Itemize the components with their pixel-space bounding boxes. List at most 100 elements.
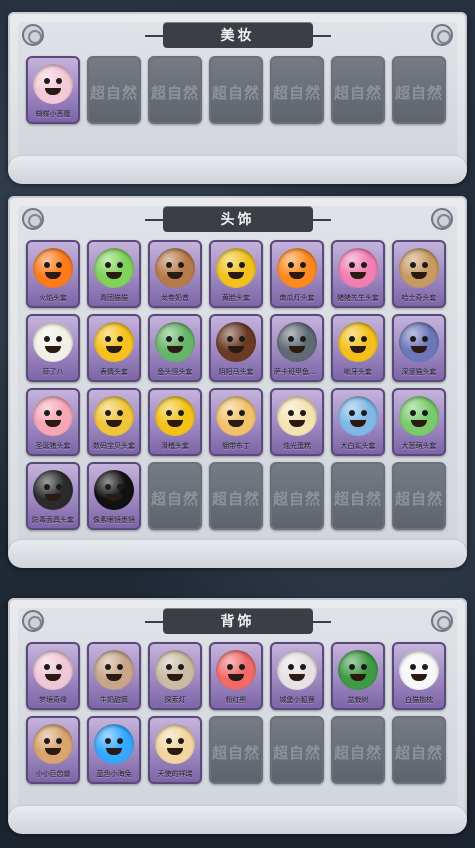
panel-makeup: 美妆 蝴蝶小恶魔 超自然 超自然 超自然 超自然 超自然 超自然 bbox=[8, 12, 467, 184]
item-tile[interactable]: 黄脸头套 bbox=[209, 240, 263, 308]
item-tile[interactable]: 数码宝贝头套 bbox=[87, 388, 141, 456]
icon-eye bbox=[300, 336, 306, 342]
item-tile[interactable]: 小小巨齿兽 bbox=[26, 716, 80, 784]
item-label: 猪猪先生头套 bbox=[337, 294, 379, 302]
dog-head-icon bbox=[399, 248, 439, 288]
icon-eye bbox=[178, 336, 184, 342]
item-tile[interactable]: 猪猪先生头套 bbox=[331, 240, 385, 308]
plush-backpack-icon bbox=[33, 650, 73, 690]
icon-eye bbox=[44, 738, 50, 744]
item-tile[interactable]: 盆栽树 bbox=[331, 642, 385, 710]
icon-eye bbox=[105, 336, 111, 342]
item-label: 圣诞猪头套 bbox=[35, 442, 71, 450]
item-tile[interactable]: 哈士奇头套 bbox=[392, 240, 446, 308]
item-tile[interactable]: 天使的祥瑞 bbox=[148, 716, 202, 784]
icon-eye bbox=[422, 664, 428, 670]
icon-face bbox=[33, 650, 73, 690]
item-tile[interactable]: 城堡小狐狸 bbox=[270, 642, 324, 710]
icon-face bbox=[277, 650, 317, 690]
item-tile[interactable]: 火焰头套 bbox=[26, 240, 80, 308]
item-tile[interactable]: 滑稽头套 bbox=[148, 388, 202, 456]
panel-headwear: 头饰 火焰头套 青团猫猫 龙卷奶昔 黄脸头套 南瓜灯头套 猪猪先生头套 哈士奇头套 蒜了八 表情… bbox=[8, 196, 467, 568]
icon-eye bbox=[117, 410, 123, 416]
watermark-text: 超自然 bbox=[394, 490, 443, 508]
empty-slot-tile[interactable]: 超自然 bbox=[148, 56, 202, 124]
empty-slot-tile[interactable]: 超自然 bbox=[331, 462, 385, 530]
item-tile[interactable]: 烛光蛋糕 bbox=[270, 388, 324, 456]
icon-mouth bbox=[411, 674, 427, 681]
item-tile[interactable]: 大白鲨头套 bbox=[331, 388, 385, 456]
item-tile[interactable]: 探索灯 bbox=[148, 642, 202, 710]
shark-head-icon bbox=[338, 396, 378, 436]
watermark-text: 超自然 bbox=[272, 490, 321, 508]
item-tile[interactable]: 青团猫猫 bbox=[87, 240, 141, 308]
empty-slot-tile[interactable]: 超自然 bbox=[209, 462, 263, 530]
flame-head-icon bbox=[33, 248, 73, 288]
item-label: 大葱萌头套 bbox=[401, 442, 437, 450]
icon-eye bbox=[166, 738, 172, 744]
empty-slot-tile[interactable]: 超自然 bbox=[392, 462, 446, 530]
icon-eye bbox=[166, 262, 172, 268]
pumpkin-head-icon bbox=[277, 248, 317, 288]
item-tile[interactable]: 龙卷奶昔 bbox=[148, 240, 202, 308]
empty-slot-tile[interactable]: 超自然 bbox=[270, 462, 324, 530]
icon-mouth bbox=[45, 88, 61, 95]
icon-eye bbox=[349, 410, 355, 416]
angel-doll-icon bbox=[155, 724, 195, 764]
fish-head-icon bbox=[155, 322, 195, 362]
item-label: 哈士奇头套 bbox=[401, 294, 437, 302]
icon-eye bbox=[56, 336, 62, 342]
icon-eye bbox=[56, 738, 62, 744]
item-tile[interactable]: 呲牙头套 bbox=[331, 314, 385, 382]
icon-eye bbox=[44, 410, 50, 416]
watermark-text: 超自然 bbox=[89, 84, 138, 102]
empty-slot-tile[interactable]: 超自然 bbox=[209, 716, 263, 784]
empty-slot-tile[interactable]: 超自然 bbox=[331, 56, 385, 124]
icon-eye bbox=[178, 738, 184, 744]
icon-eye bbox=[288, 336, 294, 342]
item-label: 探索灯 bbox=[164, 696, 186, 704]
item-tile[interactable]: 萨卡班甲鱼头套 bbox=[270, 314, 324, 382]
empty-slot-tile[interactable]: 超自然 bbox=[392, 716, 446, 784]
empty-slot-tile[interactable]: 超自然 bbox=[331, 716, 385, 784]
item-tile[interactable]: 大葱萌头套 bbox=[392, 388, 446, 456]
item-tile[interactable]: 粉红熊 bbox=[209, 642, 263, 710]
icon-mouth bbox=[289, 674, 305, 681]
empty-slot-tile[interactable]: 超自然 bbox=[270, 56, 324, 124]
icon-mouth bbox=[45, 748, 61, 755]
empty-slot-tile[interactable]: 超自然 bbox=[87, 56, 141, 124]
item-tile[interactable]: 圣诞猪头套 bbox=[26, 388, 80, 456]
panel-back-accessory: 背饰 梦境奇缘 牛奶甜筒 探索灯 粉红熊 城堡小狐狸 盆栽树 白猫抱枕 小小巨齿兽 蓝色小海兔 天… bbox=[8, 598, 467, 834]
item-tile[interactable]: 梦境奇缘 bbox=[26, 642, 80, 710]
corner-ornament-icon bbox=[431, 24, 453, 46]
item-tile[interactable]: 蓝色小海兔 bbox=[87, 716, 141, 784]
item-tile[interactable]: 蝴蝶小恶魔 bbox=[26, 56, 80, 124]
empty-slot-tile[interactable]: 超自然 bbox=[209, 56, 263, 124]
item-label: 像素眼镜墨镜 bbox=[93, 516, 135, 524]
horse-head-icon bbox=[216, 322, 256, 362]
empty-slot-tile[interactable]: 超自然 bbox=[392, 56, 446, 124]
milk-bucket-icon bbox=[94, 650, 134, 690]
watermark-text: 超自然 bbox=[394, 84, 443, 102]
item-tile[interactable]: 阴阳马头套 bbox=[209, 314, 263, 382]
icon-mouth bbox=[411, 272, 427, 279]
chest-head-icon bbox=[155, 248, 195, 288]
icon-mouth bbox=[289, 420, 305, 427]
empty-slot-tile[interactable]: 超自然 bbox=[148, 462, 202, 530]
item-tile[interactable]: 蒜了八 bbox=[26, 314, 80, 382]
icon-face bbox=[33, 248, 73, 288]
items-grid-back-accessory: 梦境奇缘 牛奶甜筒 探索灯 粉红熊 城堡小狐狸 盆栽树 白猫抱枕小小巨齿兽 蓝色小海兔 天使的祥… bbox=[26, 642, 446, 784]
icon-eye bbox=[166, 664, 172, 670]
item-tile[interactable]: 绷带布丁 bbox=[209, 388, 263, 456]
item-tile[interactable]: 白猫抱枕 bbox=[392, 642, 446, 710]
watermark-text: 超自然 bbox=[272, 744, 321, 762]
item-tile[interactable]: 表情头套 bbox=[87, 314, 141, 382]
empty-slot-tile[interactable]: 超自然 bbox=[270, 716, 324, 784]
item-tile[interactable]: 南瓜灯头套 bbox=[270, 240, 324, 308]
item-tile[interactable]: 防毒面具头套 bbox=[26, 462, 80, 530]
item-tile[interactable]: 像素眼镜墨镜 bbox=[87, 462, 141, 530]
item-tile[interactable]: 深邃猫头套 bbox=[392, 314, 446, 382]
icon-face bbox=[155, 396, 195, 436]
item-tile[interactable]: 鱼头怪头套 bbox=[148, 314, 202, 382]
item-tile[interactable]: 牛奶甜筒 bbox=[87, 642, 141, 710]
